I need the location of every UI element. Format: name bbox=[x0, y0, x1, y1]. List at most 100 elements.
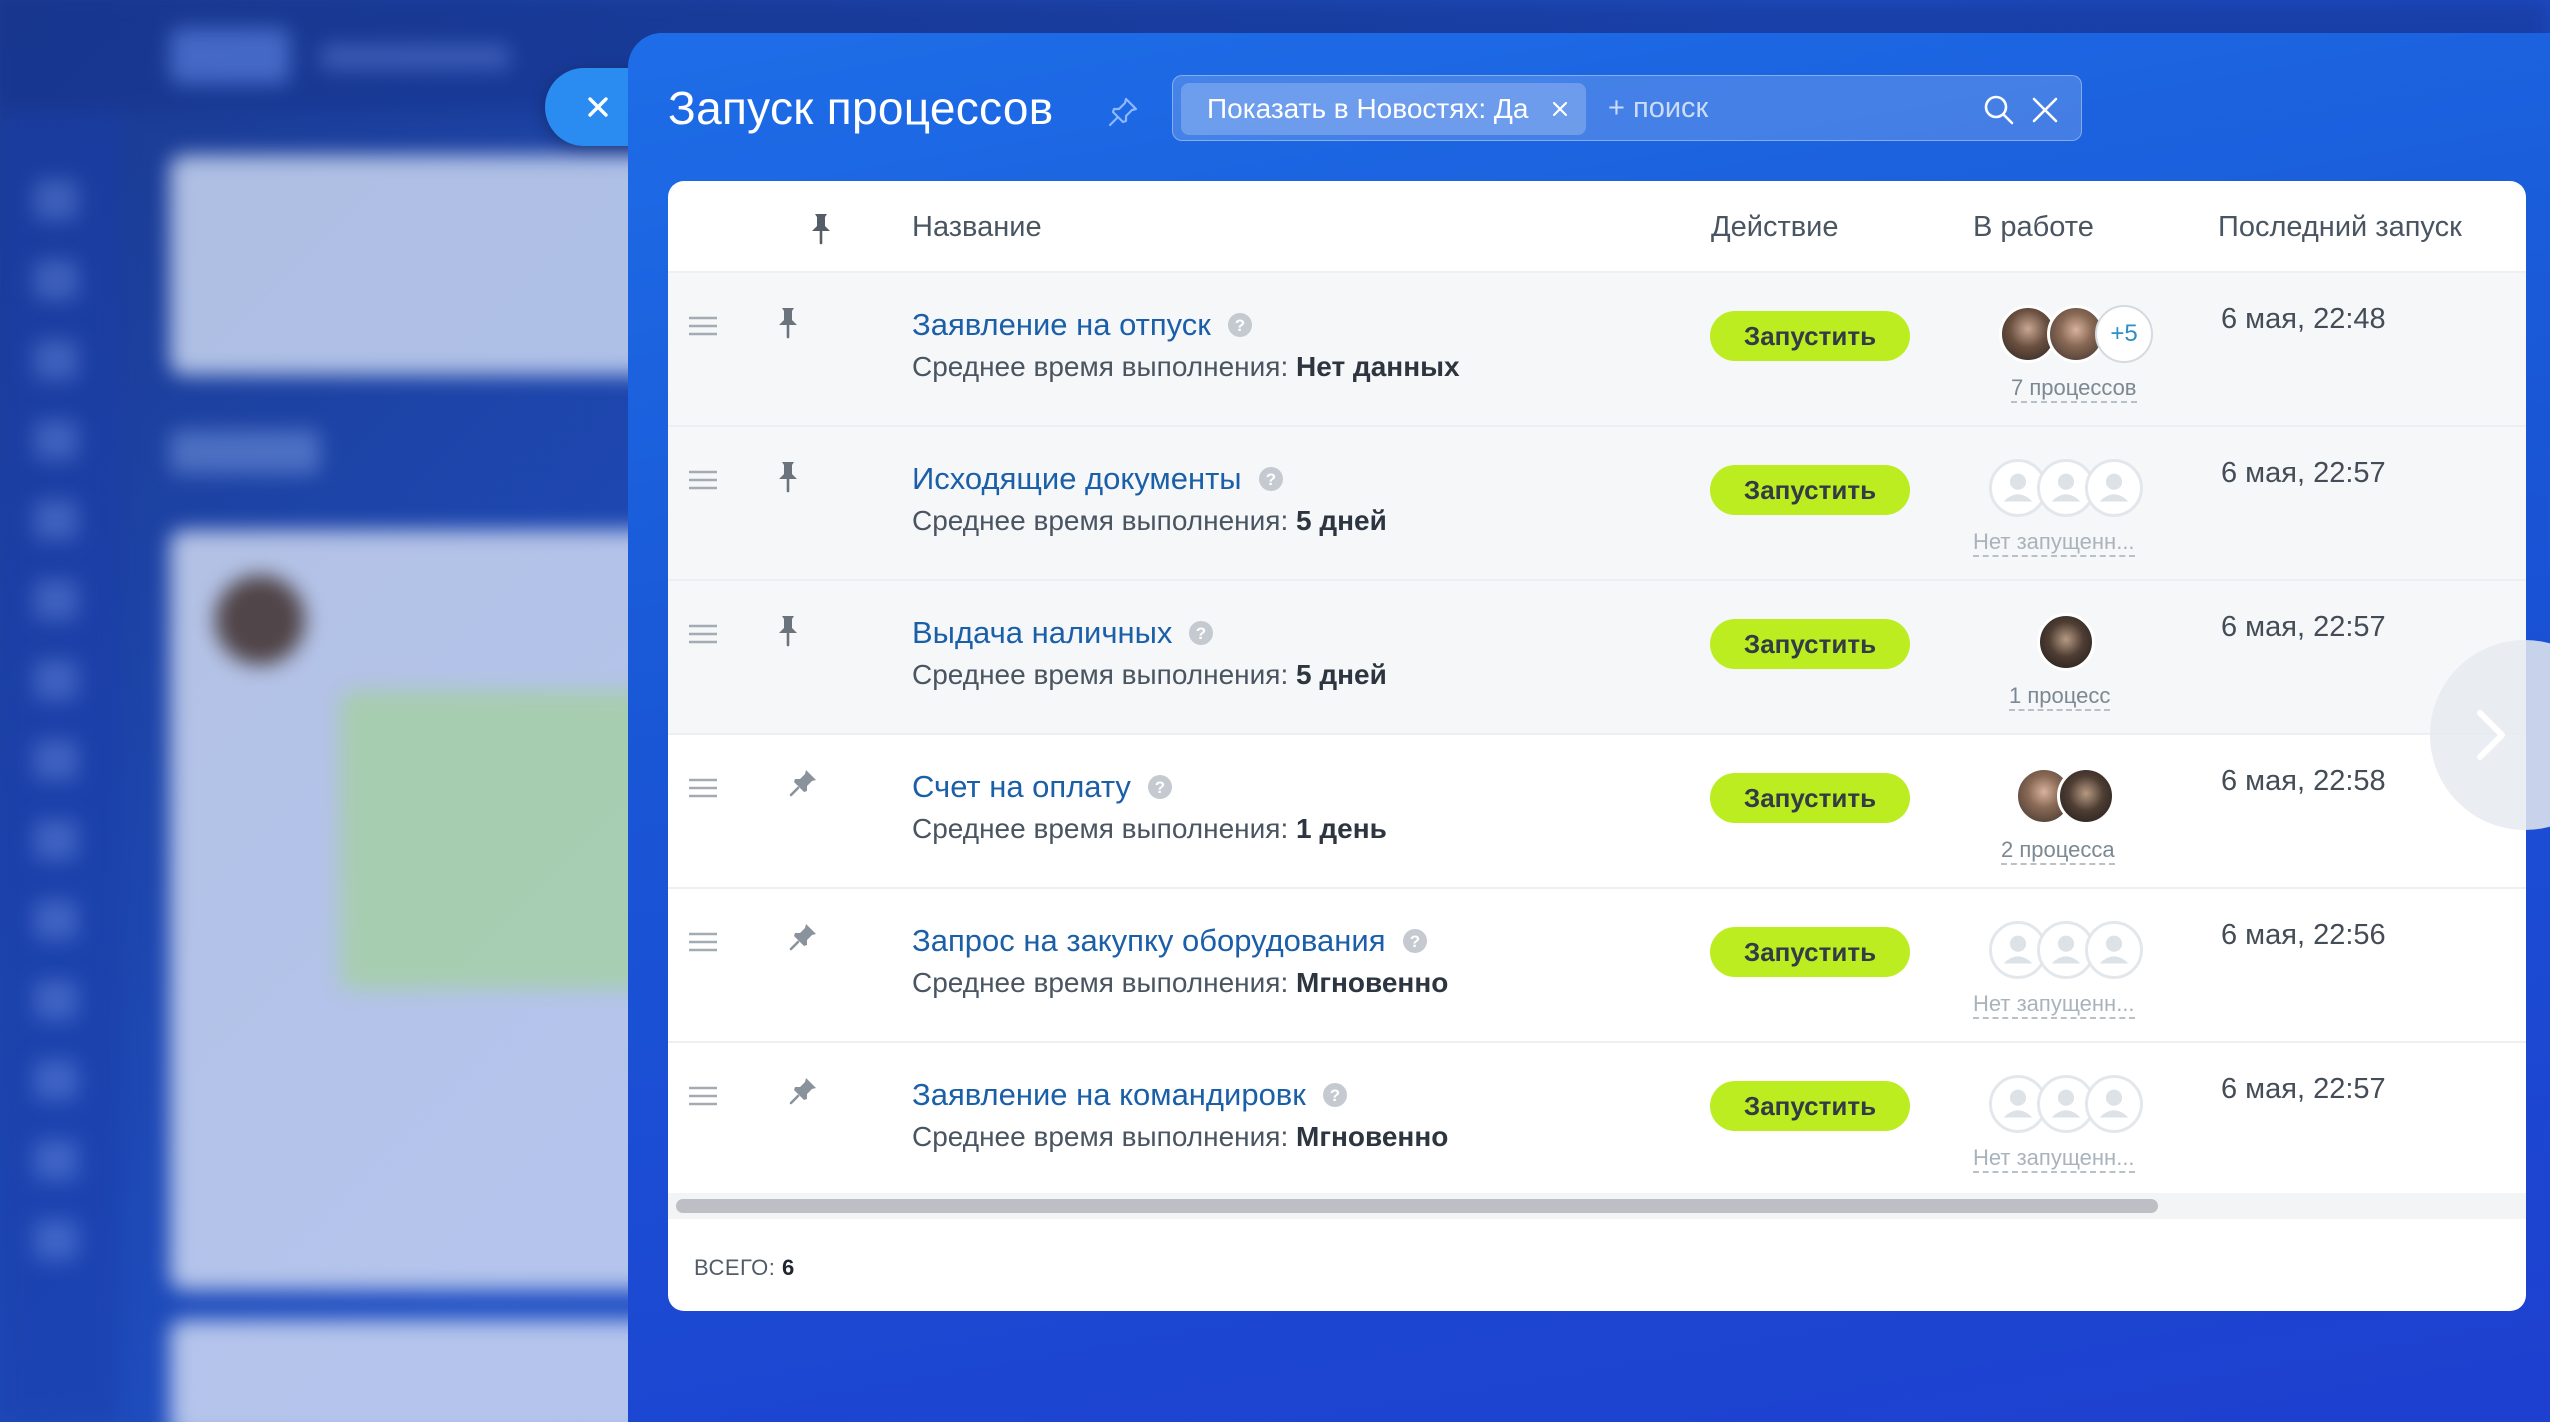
bg-sidebar-icon bbox=[34, 900, 78, 940]
processes-link[interactable]: 2 процесса bbox=[2001, 837, 2115, 865]
bg-avatar bbox=[215, 575, 305, 665]
table-row: Заявление на отпуск ? Среднее время выпо… bbox=[668, 273, 2526, 427]
bg-sidebar-icon bbox=[34, 580, 78, 620]
participants-avatars[interactable] bbox=[1989, 613, 2143, 673]
bg-sidebar-icon bbox=[34, 1140, 78, 1180]
participants-avatars bbox=[1989, 459, 2143, 519]
process-name-link[interactable]: Выдача наличных bbox=[912, 615, 1172, 651]
processes-link[interactable]: Нет запущенн... bbox=[1973, 991, 2135, 1019]
processes-link[interactable]: 1 процесс bbox=[2009, 683, 2111, 711]
pinned-icon[interactable] bbox=[773, 459, 803, 493]
processes-link[interactable]: Нет запущенн... bbox=[1973, 529, 2135, 557]
run-button[interactable]: Запустить bbox=[1710, 311, 1910, 361]
run-button[interactable]: Запустить bbox=[1710, 465, 1910, 515]
avg-time: Среднее время выполнения: 5 дней bbox=[912, 505, 1387, 536]
pinned-icon[interactable] bbox=[773, 305, 803, 339]
bg-sidebar-icon bbox=[34, 500, 78, 540]
column-header-last-run[interactable]: Последний запуск bbox=[2218, 211, 2462, 244]
page-title: Запуск процессов bbox=[668, 82, 1054, 134]
total-value: 6 bbox=[782, 1255, 795, 1280]
avg-time-value: Нет данных bbox=[1296, 351, 1460, 382]
process-name-link[interactable]: Заявление на отпуск bbox=[912, 307, 1211, 343]
participants-avatars[interactable] bbox=[1989, 767, 2143, 827]
participants-avatars[interactable]: +5 bbox=[1989, 305, 2153, 365]
close-icon bbox=[588, 97, 608, 117]
run-button[interactable]: Запустить bbox=[1710, 1081, 1910, 1131]
table-row: Счет на оплату ? Среднее время выполнени… bbox=[668, 735, 2526, 889]
total-count: ВСЕГО: 6 bbox=[694, 1255, 795, 1281]
avatar bbox=[2057, 767, 2115, 825]
avg-time-value: 5 дней bbox=[1296, 505, 1387, 536]
help-icon[interactable]: ? bbox=[1147, 774, 1173, 800]
participants-avatars bbox=[1989, 921, 2143, 981]
bg-logo bbox=[170, 28, 290, 84]
table-header: Название Действие В работе Последний зап… bbox=[668, 181, 2526, 273]
drag-handle-icon[interactable] bbox=[688, 623, 718, 645]
last-run-time: 6 мая, 22:58 bbox=[2221, 765, 2386, 797]
last-run-time: 6 мая, 22:56 bbox=[2221, 919, 2386, 951]
column-header-name[interactable]: Название bbox=[912, 211, 1042, 244]
process-name-link[interactable]: Заявление на командировк bbox=[912, 1077, 1306, 1113]
last-run-time: 6 мая, 22:57 bbox=[2221, 457, 2386, 489]
search-input[interactable]: + поиск bbox=[1608, 92, 1708, 125]
process-name-link[interactable]: Исходящие документы bbox=[912, 461, 1242, 497]
svg-text:?: ? bbox=[1155, 778, 1165, 797]
bg-sidebar-icon bbox=[34, 420, 78, 460]
drag-handle-icon[interactable] bbox=[688, 315, 718, 337]
drag-handle-icon[interactable] bbox=[688, 1085, 718, 1107]
filter-search-bar[interactable]: Показать в Новостях: Да + поиск bbox=[1172, 75, 2082, 141]
drag-handle-icon[interactable] bbox=[688, 469, 718, 491]
table-row: Выдача наличных ? Среднее время выполнен… bbox=[668, 581, 2526, 735]
pin-icon[interactable] bbox=[788, 921, 818, 955]
processes-link[interactable]: 7 процессов bbox=[2011, 375, 2137, 403]
table-row: Заявление на командировк ? Среднее время… bbox=[668, 1043, 2526, 1197]
chip-close-icon[interactable] bbox=[1550, 99, 1570, 119]
help-icon[interactable]: ? bbox=[1322, 1082, 1348, 1108]
bg-sidebar-icon bbox=[34, 660, 78, 700]
filter-chip[interactable]: Показать в Новостях: Да bbox=[1181, 83, 1587, 135]
help-icon[interactable]: ? bbox=[1402, 928, 1428, 954]
pin-column-icon bbox=[812, 214, 830, 245]
help-icon[interactable]: ? bbox=[1227, 312, 1253, 338]
run-button[interactable]: Запустить bbox=[1710, 927, 1910, 977]
bg-sidebar-icon bbox=[34, 1220, 78, 1260]
horizontal-scrollbar[interactable] bbox=[676, 1199, 2158, 1213]
avg-time: Среднее время выполнения: Нет данных bbox=[912, 351, 1460, 382]
help-icon[interactable]: ? bbox=[1258, 466, 1284, 492]
avg-time: Среднее время выполнения: Мгновенно bbox=[912, 967, 1449, 998]
avg-time: Среднее время выполнения: Мгновенно bbox=[912, 1121, 1449, 1152]
filter-chip-label: Показать в Новостях: Да bbox=[1207, 93, 1529, 124]
bg-sidebar-icon bbox=[34, 740, 78, 780]
process-table: Название Действие В работе Последний зап… bbox=[668, 181, 2526, 1311]
empty-avatar-icon bbox=[2085, 459, 2143, 517]
empty-avatar-icon bbox=[2085, 921, 2143, 979]
avg-time-value: 1 день bbox=[1296, 813, 1387, 844]
search-icon[interactable] bbox=[1983, 94, 2015, 126]
bg-feed-title bbox=[170, 430, 320, 474]
run-button[interactable]: Запустить bbox=[1710, 619, 1910, 669]
process-name-link[interactable]: Запрос на закупку оборудования bbox=[912, 923, 1386, 959]
process-name-link[interactable]: Счет на оплату bbox=[912, 769, 1131, 805]
avg-time: Среднее время выполнения: 1 день bbox=[912, 813, 1387, 844]
clear-search-icon[interactable] bbox=[2029, 94, 2061, 126]
table-row: Исходящие документы ? Среднее время выпо… bbox=[668, 427, 2526, 581]
pin-icon[interactable] bbox=[788, 767, 818, 801]
pin-icon[interactable] bbox=[1106, 95, 1140, 129]
pinned-icon[interactable] bbox=[773, 613, 803, 647]
drag-handle-icon[interactable] bbox=[688, 777, 718, 799]
drag-handle-icon[interactable] bbox=[688, 931, 718, 953]
bg-sidebar-icon bbox=[34, 260, 78, 300]
processes-link[interactable]: Нет запущенн... bbox=[1973, 1145, 2135, 1173]
pin-icon[interactable] bbox=[788, 1075, 818, 1109]
bg-sidebar-icon bbox=[34, 340, 78, 380]
column-header-action[interactable]: Действие bbox=[1711, 211, 1838, 244]
svg-text:?: ? bbox=[1196, 624, 1206, 643]
more-avatars-badge[interactable]: +5 bbox=[2095, 305, 2153, 363]
bg-sidebar-icon bbox=[34, 820, 78, 860]
svg-text:?: ? bbox=[1409, 932, 1419, 951]
run-button[interactable]: Запустить bbox=[1710, 773, 1910, 823]
column-header-in-work[interactable]: В работе bbox=[1973, 211, 2094, 244]
table-row: Запрос на закупку оборудования ? Среднее… bbox=[668, 889, 2526, 1043]
chevron-right-icon bbox=[2477, 710, 2505, 760]
help-icon[interactable]: ? bbox=[1188, 620, 1214, 646]
